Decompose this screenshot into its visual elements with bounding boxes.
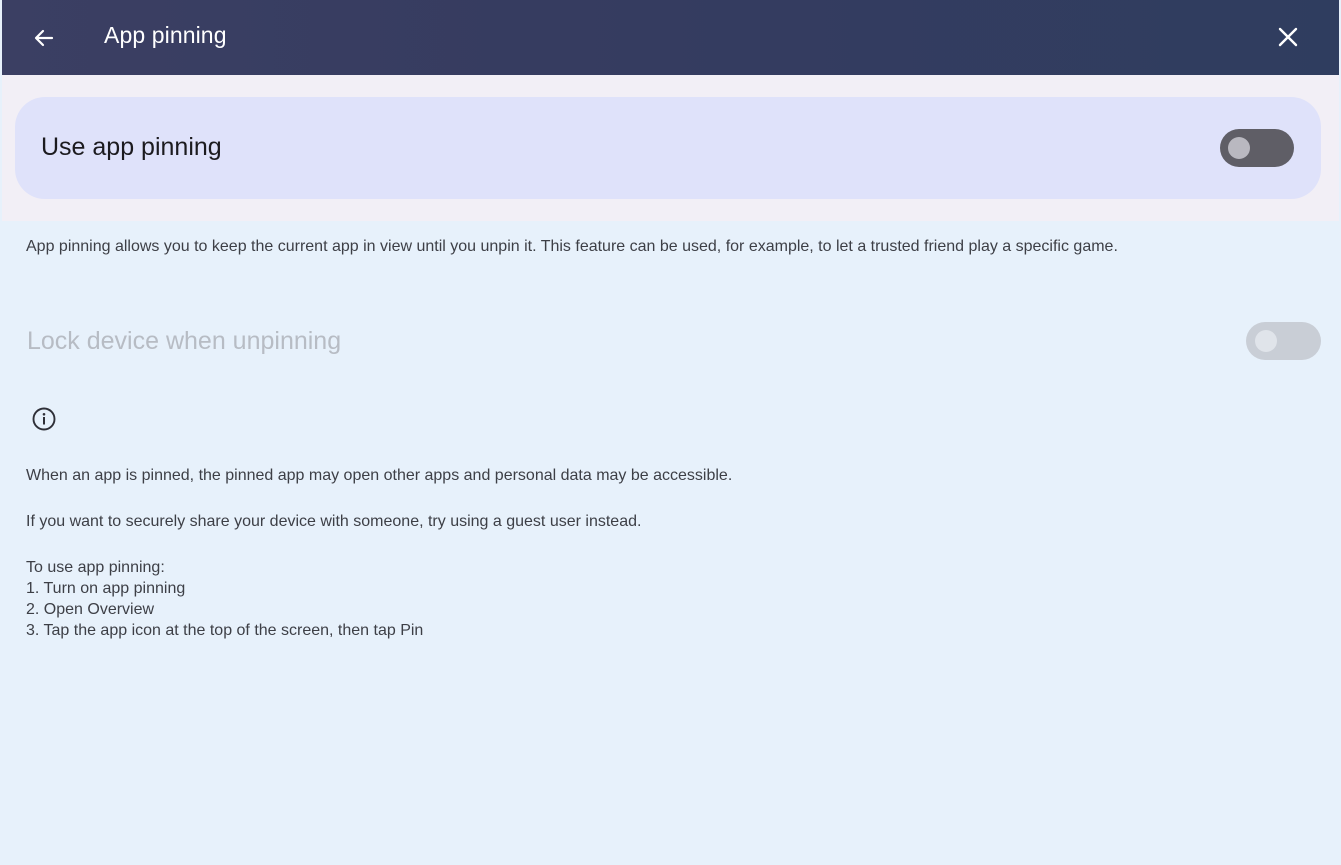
use-app-pinning-toggle[interactable] bbox=[1220, 129, 1294, 167]
back-button[interactable] bbox=[24, 18, 64, 58]
lock-device-toggle[interactable] bbox=[1246, 322, 1321, 360]
use-app-pinning-card[interactable]: Use app pinning bbox=[15, 97, 1321, 199]
app-pinning-description: App pinning allows you to keep the curre… bbox=[26, 238, 1118, 255]
pinning-warning-text: When an app is pinned, the pinned app ma… bbox=[26, 467, 733, 484]
back-arrow-icon bbox=[34, 29, 54, 47]
info-icon bbox=[32, 407, 56, 431]
use-app-pinning-label: Use app pinning bbox=[41, 133, 222, 161]
app-bar: App pinning bbox=[2, 0, 1339, 75]
toggle-knob bbox=[1228, 137, 1250, 159]
settings-screen: App pinning Use app pinning App pinning … bbox=[0, 0, 1341, 865]
guest-user-tip-text: If you want to securely share your devic… bbox=[26, 513, 642, 530]
pinning-steps-text: To use app pinning: 1. Turn on app pinni… bbox=[26, 559, 424, 639]
page-title: App pinning bbox=[104, 22, 227, 48]
lock-device-label: Lock device when unpinning bbox=[27, 327, 342, 355]
toggle-knob bbox=[1255, 330, 1277, 352]
close-button[interactable] bbox=[1267, 16, 1309, 58]
close-icon bbox=[1278, 27, 1298, 47]
